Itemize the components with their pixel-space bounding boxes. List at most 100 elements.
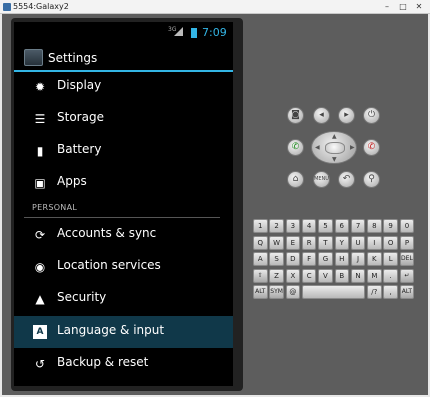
key-period[interactable]: . (383, 268, 398, 283)
key-o[interactable]: O (383, 235, 398, 250)
settings-item-label: Display (57, 78, 102, 92)
key-a[interactable]: A (253, 252, 268, 266)
settings-item-label: Accounts & sync (57, 226, 157, 240)
action-bar: Settings (14, 46, 233, 72)
storage-icon: ☰ (34, 112, 46, 126)
key-x[interactable]: X (285, 268, 301, 283)
signal-icon (174, 27, 183, 36)
key-6[interactable]: 6 (334, 219, 349, 233)
power-icon[interactable]: ⏻ (363, 107, 380, 124)
sync-icon: ⟳ (34, 228, 46, 242)
window-title: 5554:Galaxy2 (13, 2, 69, 11)
settings-item-security[interactable]: ▲ Security (14, 283, 233, 315)
key-j[interactable]: J (350, 252, 366, 266)
key-p[interactable]: P (399, 235, 415, 250)
key-k[interactable]: K (367, 252, 382, 266)
search-icon[interactable]: ⚲ (363, 171, 380, 188)
end-call-icon[interactable]: ✆ (363, 139, 380, 156)
volume-down-icon[interactable]: ◂ (313, 107, 330, 124)
dpad-up-icon[interactable]: ▲ (332, 133, 337, 140)
section-header-personal: PERSONAL (32, 203, 78, 212)
shift-key[interactable]: ⇧ (253, 268, 268, 283)
close-button[interactable]: ✕ (414, 2, 424, 11)
settings-item-language-input[interactable]: A Language & input (14, 316, 233, 348)
camera-icon[interactable]: ◙ (287, 107, 304, 124)
key-0[interactable]: 0 (399, 219, 415, 233)
settings-item-storage[interactable]: ☰ Storage (14, 103, 233, 135)
volume-up-icon[interactable]: ▸ (338, 107, 355, 124)
key-g[interactable]: G (318, 252, 333, 266)
sym-key[interactable]: SYM (269, 285, 284, 299)
alt-key-right[interactable]: ALT (399, 285, 415, 299)
device-screen: 3G 7:09 Settings ✹ Display ☰ Storage ▮ B… (14, 22, 233, 386)
key-c[interactable]: C (301, 268, 317, 283)
maximize-button[interactable]: □ (398, 2, 408, 11)
settings-app-icon[interactable] (24, 49, 43, 66)
key-5[interactable]: 5 (318, 219, 333, 233)
settings-item-backup-reset[interactable]: ↺ Backup & reset (14, 348, 233, 380)
clock: 7:09 (202, 26, 227, 39)
settings-item-label: Storage (57, 110, 104, 124)
key-z[interactable]: Z (269, 268, 284, 283)
key-i[interactable]: I (367, 235, 382, 250)
settings-item-label: Backup & reset (57, 355, 149, 369)
key-b[interactable]: B (334, 268, 349, 283)
settings-item-label: Battery (57, 142, 102, 156)
dpad[interactable]: ▲ ▼ ◀ ▶ (311, 131, 357, 164)
key-3[interactable]: 3 (285, 219, 301, 233)
dpad-down-icon[interactable]: ▼ (332, 156, 337, 163)
key-e[interactable]: E (285, 235, 301, 250)
key-v[interactable]: V (318, 268, 333, 283)
key-2[interactable]: 2 (269, 219, 284, 233)
back-icon[interactable]: ↶ (338, 171, 355, 188)
backup-icon: ↺ (34, 357, 46, 371)
key-t[interactable]: T (318, 235, 333, 250)
call-icon[interactable]: ✆ (287, 139, 304, 156)
app-window-icon (3, 3, 11, 11)
dpad-left-icon[interactable]: ◀ (315, 144, 320, 151)
section-divider (24, 217, 220, 218)
settings-item-label: Security (57, 290, 107, 304)
key-1[interactable]: 1 (253, 219, 268, 233)
key-n[interactable]: N (350, 268, 366, 283)
key-4[interactable]: 4 (301, 219, 317, 233)
battery-icon: ▮ (36, 144, 44, 158)
key-del[interactable]: DEL (399, 252, 415, 266)
settings-item-display[interactable]: ✹ Display (14, 71, 233, 103)
key-y[interactable]: Y (334, 235, 349, 250)
language-icon: A (33, 325, 47, 339)
key-slash[interactable]: /? (367, 285, 382, 299)
settings-item-label: Apps (57, 174, 87, 188)
settings-item-label: Language & input (57, 323, 165, 337)
space-key[interactable] (301, 285, 366, 299)
key-d[interactable]: D (285, 252, 301, 266)
settings-item-apps[interactable]: ▣ Apps (14, 167, 233, 199)
enter-key[interactable]: ↵ (399, 268, 415, 283)
brightness-icon: ✹ (34, 80, 46, 94)
minimize-button[interactable]: – (382, 2, 392, 11)
key-f[interactable]: F (301, 252, 317, 266)
status-bar: 3G 7:09 (14, 22, 233, 44)
key-r[interactable]: R (301, 235, 317, 250)
battery-status-icon (191, 28, 197, 38)
menu-button[interactable]: MENU (313, 171, 330, 188)
dpad-right-icon[interactable]: ▶ (350, 144, 355, 151)
settings-item-battery[interactable]: ▮ Battery (14, 135, 233, 167)
alt-key[interactable]: ALT (253, 285, 268, 299)
key-9[interactable]: 9 (383, 219, 398, 233)
key-l[interactable]: L (383, 252, 398, 266)
key-7[interactable]: 7 (350, 219, 366, 233)
key-8[interactable]: 8 (367, 219, 382, 233)
key-m[interactable]: M (367, 268, 382, 283)
key-q[interactable]: Q (253, 235, 268, 250)
dpad-center-button[interactable] (325, 142, 345, 154)
home-icon[interactable]: ⌂ (287, 171, 304, 188)
key-h[interactable]: H (334, 252, 349, 266)
key-s[interactable]: S (269, 252, 284, 266)
key-at[interactable]: @ (285, 285, 301, 299)
settings-item-location[interactable]: ◉ Location services (14, 251, 233, 283)
key-u[interactable]: U (350, 235, 366, 250)
key-comma[interactable]: , (383, 285, 398, 299)
key-w[interactable]: W (269, 235, 284, 250)
settings-item-accounts-sync[interactable]: ⟳ Accounts & sync (14, 219, 233, 251)
